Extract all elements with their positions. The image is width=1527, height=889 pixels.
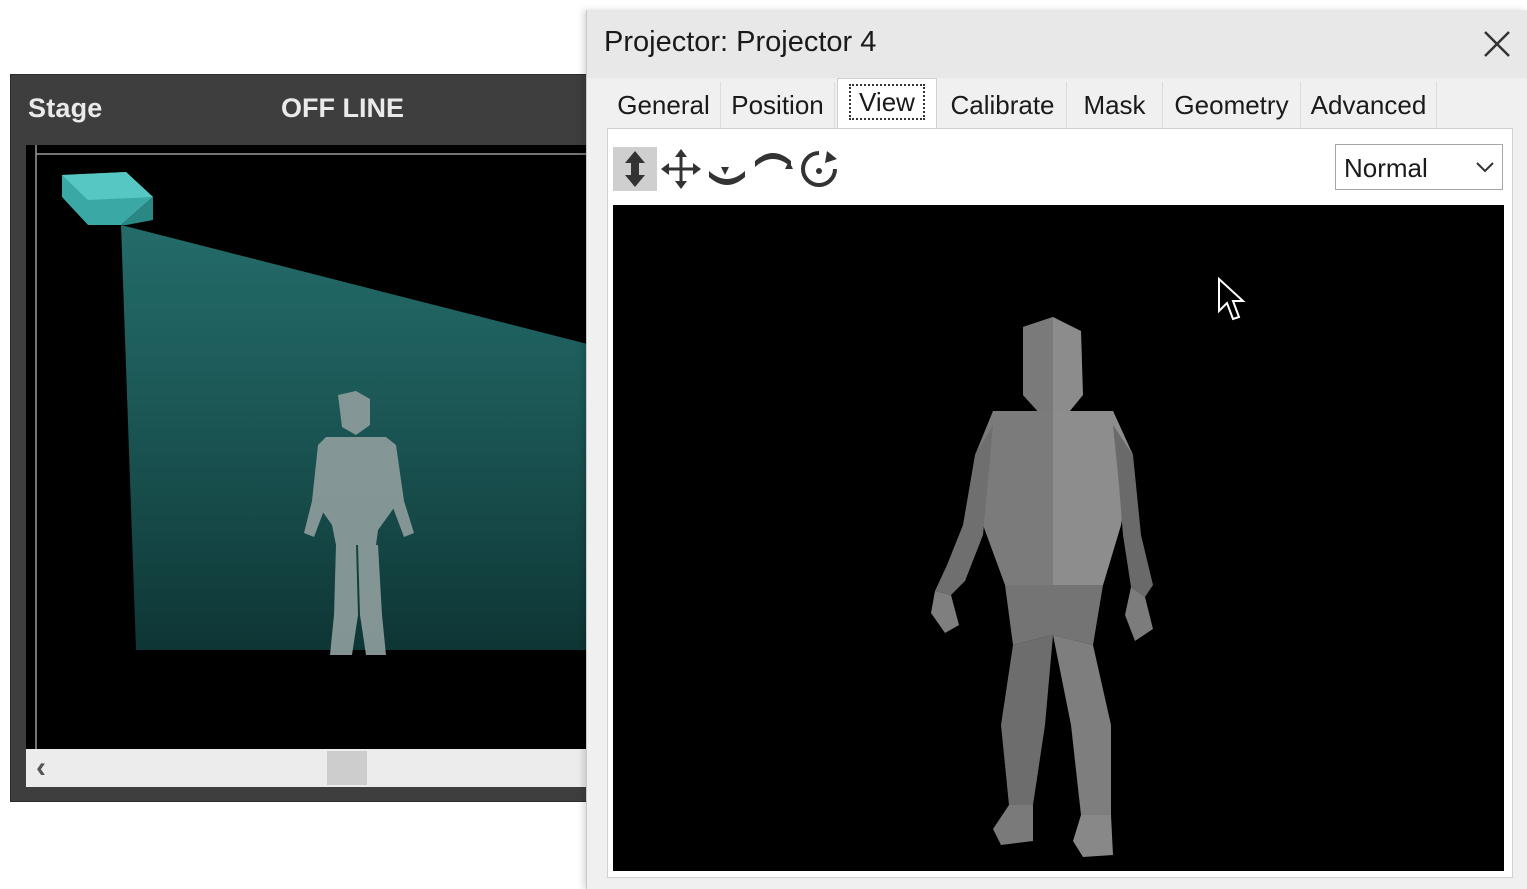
tab-label: Advanced: [1310, 90, 1427, 120]
tab-bar: General Position View Calibrate Mask Geo…: [607, 78, 1507, 130]
tab-general[interactable]: General: [607, 82, 721, 128]
tab-view[interactable]: View: [837, 78, 937, 130]
rotate-icon[interactable]: [797, 147, 841, 191]
scroll-thumb[interactable]: [327, 751, 367, 785]
tab-calibrate[interactable]: Calibrate: [939, 82, 1067, 128]
orbit-vertical-icon[interactable]: [751, 147, 795, 191]
tab-label: Calibrate: [950, 90, 1055, 120]
projector-model: [62, 172, 153, 225]
view-figure: [931, 317, 1153, 857]
tab-advanced[interactable]: Advanced: [1301, 82, 1437, 128]
stage-status: OFF LINE: [281, 93, 404, 123]
pan-icon[interactable]: [659, 147, 703, 191]
tab-position[interactable]: Position: [721, 82, 835, 128]
tab-mask[interactable]: Mask: [1067, 82, 1163, 128]
view-mode-value: Normal: [1344, 153, 1428, 183]
tab-geometry[interactable]: Geometry: [1163, 82, 1301, 128]
view-mode-select[interactable]: Normal: [1335, 144, 1503, 190]
dialog-title: Projector: Projector 4: [604, 26, 877, 58]
dialog-titlebar[interactable]: Projector: Projector 4: [587, 10, 1527, 78]
stage-title: Stage: [28, 93, 103, 123]
dolly-icon[interactable]: [613, 147, 657, 191]
projector-view-canvas[interactable]: [613, 205, 1504, 871]
scroll-left-arrow-icon[interactable]: ‹: [36, 751, 46, 785]
orbit-horizontal-icon[interactable]: [705, 147, 749, 191]
tab-label: Mask: [1083, 90, 1146, 120]
chevron-down-icon: [1474, 157, 1496, 182]
view-tab-panel: Normal: [607, 128, 1513, 878]
tab-label: Geometry: [1174, 90, 1289, 120]
close-icon[interactable]: [1477, 24, 1517, 64]
tab-label: View: [849, 84, 925, 120]
projector-dialog: Projector: Projector 4 General Position …: [586, 10, 1527, 889]
tab-label: Position: [731, 90, 824, 120]
stage-viewport[interactable]: [26, 145, 611, 749]
stage-horizontal-scrollbar[interactable]: ‹: [26, 749, 611, 787]
tab-label: General: [617, 90, 710, 120]
stage-window: Stage OFF LINE ‹: [10, 74, 611, 802]
